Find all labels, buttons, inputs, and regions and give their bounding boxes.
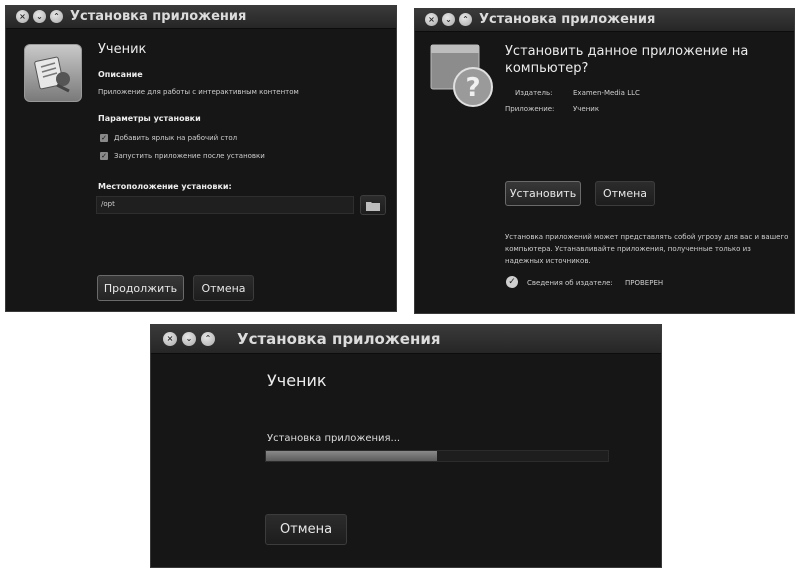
option-launch-label: Запустить приложение после установки: [114, 152, 265, 160]
folder-icon: [366, 201, 380, 211]
close-icon[interactable]: ×: [16, 10, 29, 23]
continue-button[interactable]: Продолжить: [97, 275, 184, 301]
titlebar: × ⌄ ⌃ Установка приложения: [415, 9, 794, 32]
svg-text:?: ?: [465, 73, 480, 103]
close-icon[interactable]: ×: [425, 13, 438, 26]
cancel-button[interactable]: Отмена: [193, 275, 254, 301]
option-shortcut-label: Добавить ярлык на рабочий стол: [114, 134, 238, 142]
cancel-button[interactable]: Отмена: [595, 181, 655, 206]
publisher-label: Издатель:: [515, 89, 553, 97]
maximize-icon[interactable]: ⌃: [201, 332, 215, 346]
location-value: /opt: [101, 200, 115, 208]
minimize-icon[interactable]: ⌄: [442, 13, 455, 26]
app-name: Ученик: [98, 42, 147, 57]
minimize-icon[interactable]: ⌄: [33, 10, 46, 23]
browse-folder-button[interactable]: [360, 195, 386, 215]
app-label: Приложение:: [505, 105, 555, 113]
publisher-value: Examen-Media LLC: [573, 89, 640, 97]
location-heading: Местоположение установки:: [98, 182, 232, 191]
maximize-icon[interactable]: ⌃: [459, 13, 472, 26]
progress-fill: [266, 451, 437, 461]
question-icon: ?: [429, 41, 495, 111]
app-value: Ученик: [573, 105, 600, 113]
window-title: Установка приложения: [237, 330, 441, 348]
install-status: Установка приложения...: [267, 433, 401, 444]
app-icon: [24, 44, 82, 102]
window-title: Установка приложения: [70, 9, 247, 24]
description-heading: Описание: [98, 70, 143, 79]
install-window-1: × ⌄ ⌃ Установка приложения Ученик Описан…: [5, 5, 397, 312]
checkbox-shortcut[interactable]: ✓: [100, 134, 108, 142]
params-heading: Параметры установки: [98, 114, 201, 123]
cancel-button[interactable]: Отмена: [265, 514, 347, 545]
titlebar: × ⌄ ⌃ Установка приложения: [6, 6, 396, 29]
publisher-info-value: ПРОВЕРЕН: [625, 279, 664, 287]
install-button[interactable]: Установить: [505, 181, 581, 206]
install-window-3: × ⌄ ⌃ Установка приложения Ученик Устано…: [150, 324, 662, 568]
close-icon[interactable]: ×: [163, 332, 177, 346]
progress-bar: [265, 450, 609, 462]
description-text: Приложение для работы с интерактивным ко…: [98, 88, 299, 96]
publisher-info-label: Сведения об издателе:: [527, 279, 613, 287]
check-circle-icon: ✓: [506, 276, 518, 288]
checkbox-launch[interactable]: ✓: [100, 152, 108, 160]
minimize-icon[interactable]: ⌄: [182, 332, 196, 346]
titlebar: × ⌄ ⌃ Установка приложения: [151, 325, 661, 354]
maximize-icon[interactable]: ⌃: [50, 10, 63, 23]
install-window-2: × ⌄ ⌃ Установка приложения ? Установить …: [414, 8, 795, 314]
app-name: Ученик: [267, 371, 327, 390]
security-warning: Установка приложений может представлять …: [505, 233, 789, 265]
window-title: Установка приложения: [479, 12, 656, 27]
location-input[interactable]: /opt: [96, 196, 354, 214]
install-question: Установить данное приложение на компьюте…: [505, 44, 749, 76]
